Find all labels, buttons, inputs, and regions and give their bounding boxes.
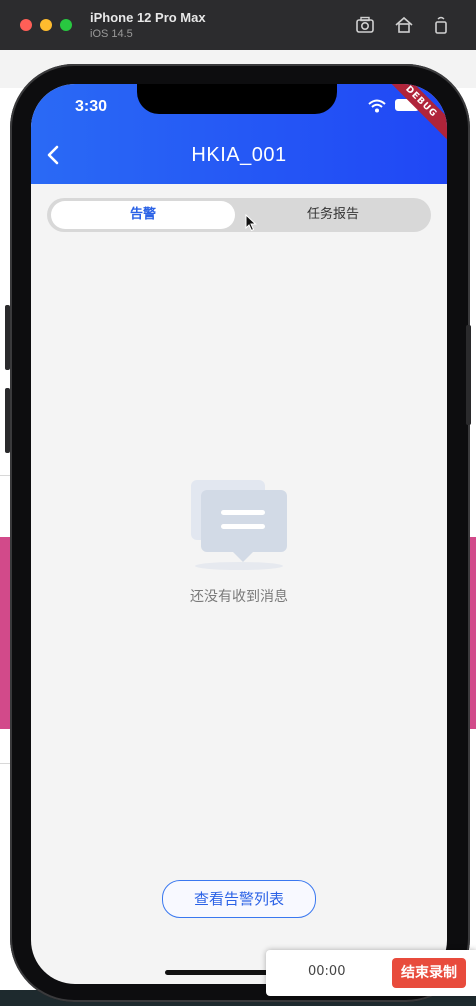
rotate-icon[interactable]: [430, 14, 452, 36]
wifi-icon: [368, 98, 386, 113]
close-window-button[interactable]: [20, 19, 32, 31]
mouse-cursor-icon: [245, 213, 257, 232]
recording-timer: 00:00: [308, 964, 346, 979]
debug-banner: DEBUG: [372, 84, 447, 151]
simulator-device-name: iPhone 12 Pro Max: [90, 10, 206, 25]
simulator-os-version: iOS 14.5: [90, 28, 133, 40]
simulator-titlebar: iPhone 12 Pro Max iOS 14.5: [0, 0, 476, 50]
volume-up-button[interactable]: [5, 305, 10, 370]
zoom-window-button[interactable]: [60, 19, 72, 31]
tab-task-report[interactable]: 任务报告: [239, 201, 427, 229]
app-bar: 3:30 DEBUG HKIA_001: [31, 84, 447, 184]
empty-state-message: 还没有收到消息: [190, 589, 288, 605]
minimize-window-button[interactable]: [40, 19, 52, 31]
home-icon[interactable]: [393, 14, 415, 36]
volume-down-button[interactable]: [5, 388, 10, 453]
power-button[interactable]: [466, 325, 471, 425]
status-time: 3:30: [75, 98, 108, 115]
segmented-tabs: 告警 任务报告: [47, 198, 431, 232]
screen-recorder-bar: 00:00 结束录制: [266, 950, 476, 996]
view-alarm-list-button[interactable]: 查看告警列表: [162, 880, 316, 918]
app-screen: 3:30 DEBUG HKIA_001 告警 任务报告 还没有收到消息 查看告警…: [31, 84, 447, 984]
page-title: HKIA_001: [191, 144, 287, 166]
device-notch: [137, 84, 337, 114]
tab-alarm[interactable]: 告警: [51, 201, 235, 229]
empty-message-icon: [189, 480, 289, 570]
stop-recording-button[interactable]: 结束录制: [392, 958, 466, 988]
screenshot-icon[interactable]: [354, 14, 376, 36]
